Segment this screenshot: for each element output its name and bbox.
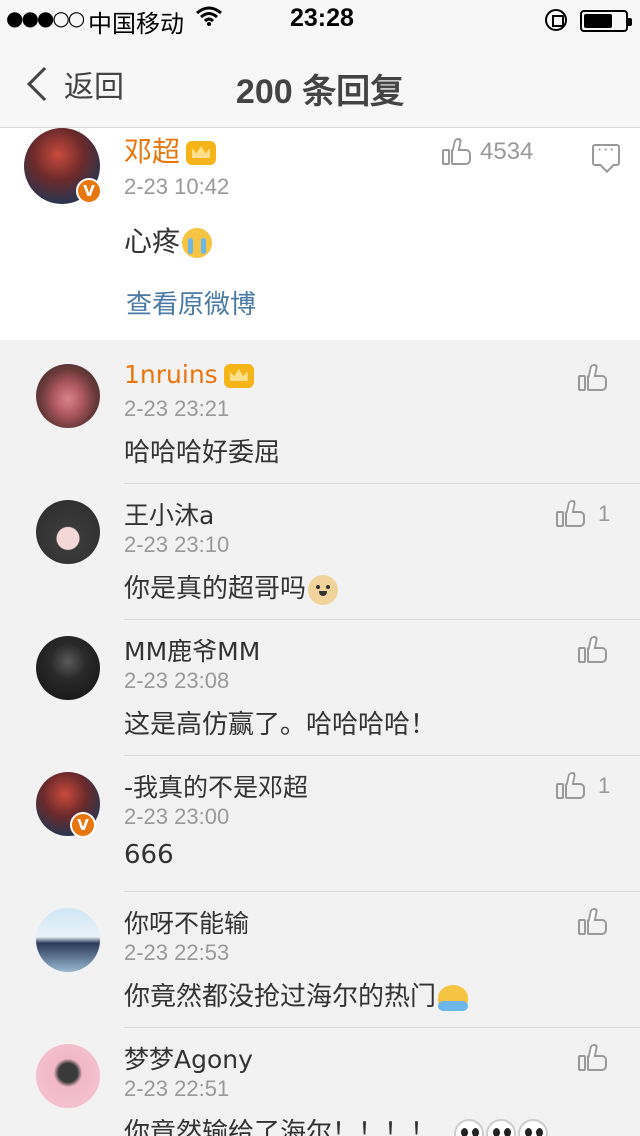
reply-time: 2-23 23:08 bbox=[124, 668, 230, 693]
reply-time: 2-23 23:10 bbox=[124, 532, 230, 557]
reply-like-button[interactable] bbox=[578, 636, 608, 664]
reply-text: 你竟然输给了海尔！！！！ bbox=[124, 1112, 549, 1136]
reply-author[interactable]: 王小沐a bbox=[124, 496, 214, 532]
reply-time: 2-23 22:53 bbox=[124, 940, 230, 965]
thumbs-up-icon bbox=[556, 500, 586, 528]
reply-like-button[interactable] bbox=[578, 1044, 608, 1072]
reply-author[interactable]: 你呀不能输 bbox=[124, 904, 249, 940]
panda-emoji-icon bbox=[454, 1118, 485, 1136]
reply-author[interactable]: MM鹿爷MM bbox=[124, 632, 260, 668]
avatar[interactable] bbox=[36, 636, 100, 700]
post-author[interactable]: 邓超 bbox=[124, 130, 217, 170]
thumbs-up-icon bbox=[556, 772, 586, 800]
list-item[interactable]: MM鹿爷MM 2-23 23:08 这是高仿赢了。哈哈哈哈！ bbox=[0, 620, 640, 756]
post-author-name: 邓超 bbox=[124, 135, 181, 168]
reply-text: 哈哈哈好委屈 bbox=[124, 438, 281, 468]
crown-icon bbox=[223, 364, 254, 388]
wifi-icon bbox=[196, 5, 222, 33]
reply-time: 2-23 23:00 bbox=[124, 804, 230, 829]
reply-text: 666 bbox=[124, 840, 174, 870]
reply-time: 2-23 22:51 bbox=[124, 1076, 230, 1101]
view-original-link[interactable]: 查看原微博 bbox=[126, 284, 256, 321]
post-time: 2-23 10:42 bbox=[124, 174, 230, 199]
crying-emoji-icon bbox=[182, 228, 213, 258]
doge-emoji-icon bbox=[308, 574, 339, 605]
reply-text: 你是真的超哥吗 bbox=[124, 568, 339, 605]
thumbs-up-icon bbox=[442, 138, 472, 166]
list-item[interactable]: 你呀不能输 2-23 22:53 你竟然都没抢过海尔的热门 bbox=[0, 892, 640, 1028]
reply-like-button[interactable] bbox=[578, 364, 608, 392]
post-text: 心疼 bbox=[124, 220, 213, 260]
avatar[interactable] bbox=[36, 500, 100, 564]
reply-like-count: 1 bbox=[598, 773, 611, 798]
status-time: 23:28 bbox=[290, 4, 354, 32]
reply-text-content: 你竟然输给了海尔！！！！ bbox=[124, 1118, 437, 1136]
reply-text: 这是高仿赢了。哈哈哈哈！ bbox=[124, 710, 437, 740]
hug-emoji-icon bbox=[438, 984, 469, 1011]
nav-bar: 返回 200 条回复 bbox=[0, 40, 640, 128]
reply-author[interactable]: 1nruins bbox=[124, 360, 254, 389]
original-post: V 邓超 2-23 10:42 心疼 查看原微博 4534 bbox=[0, 128, 640, 340]
post-text-content: 心疼 bbox=[124, 225, 181, 258]
verified-badge-icon: V bbox=[70, 812, 96, 838]
thumbs-up-icon bbox=[578, 908, 608, 936]
thumbs-up-icon bbox=[578, 636, 608, 664]
list-item[interactable]: 王小沐a 2-23 23:10 你是真的超哥吗 1 bbox=[0, 484, 640, 620]
reply-text-content: 你竟然都没抢过海尔的热门 bbox=[124, 982, 437, 1012]
panda-emoji-icon bbox=[486, 1118, 517, 1136]
list-item[interactable]: 梦梦Agony 2-23 22:51 你竟然输给了海尔！！！！ bbox=[0, 1028, 640, 1136]
reply-time: 2-23 23:21 bbox=[124, 396, 230, 421]
reply-author[interactable]: 梦梦Agony bbox=[124, 1040, 253, 1076]
reply-author[interactable]: -我真的不是邓超 bbox=[124, 768, 308, 804]
list-item[interactable]: V -我真的不是邓超 2-23 23:00 666 1 bbox=[0, 756, 640, 892]
carrier-name: 中国移动 bbox=[88, 10, 184, 38]
reply-text: 你竟然都没抢过海尔的热门 bbox=[124, 976, 469, 1013]
signal-strength-icon: ●●●○○ bbox=[6, 6, 85, 30]
post-like-button[interactable]: 4534 bbox=[442, 138, 533, 166]
thumbs-up-icon bbox=[578, 364, 608, 392]
avatar[interactable] bbox=[36, 1044, 100, 1108]
reply-like-button[interactable]: 1 bbox=[556, 500, 610, 528]
battery-icon bbox=[580, 10, 632, 32]
reply-like-button[interactable]: 1 bbox=[556, 772, 610, 800]
list-item[interactable]: 1nruins 2-23 23:21 哈哈哈好委屈 bbox=[0, 348, 640, 484]
comment-icon[interactable] bbox=[592, 140, 620, 166]
reply-list: 1nruins 2-23 23:21 哈哈哈好委屈 王小沐a 2-23 23:1… bbox=[0, 348, 640, 1136]
panda-emoji-icon bbox=[518, 1118, 549, 1136]
reply-like-count: 1 bbox=[598, 501, 611, 526]
reply-author-name: 1nruins bbox=[124, 360, 218, 389]
post-like-count: 4534 bbox=[480, 138, 534, 165]
verified-badge-icon: V bbox=[76, 178, 102, 204]
reply-like-button[interactable] bbox=[578, 908, 608, 936]
crown-icon bbox=[186, 141, 217, 165]
thumbs-up-icon bbox=[578, 1044, 608, 1072]
avatar[interactable] bbox=[36, 908, 100, 972]
status-bar: ●●●○○ 中国移动 23:28 bbox=[0, 0, 640, 40]
reply-text-content: 你是真的超哥吗 bbox=[124, 574, 307, 604]
page-title: 200 条回复 bbox=[235, 73, 405, 111]
avatar[interactable] bbox=[36, 364, 100, 428]
rotation-lock-icon bbox=[545, 9, 567, 31]
battery-level bbox=[584, 14, 612, 28]
